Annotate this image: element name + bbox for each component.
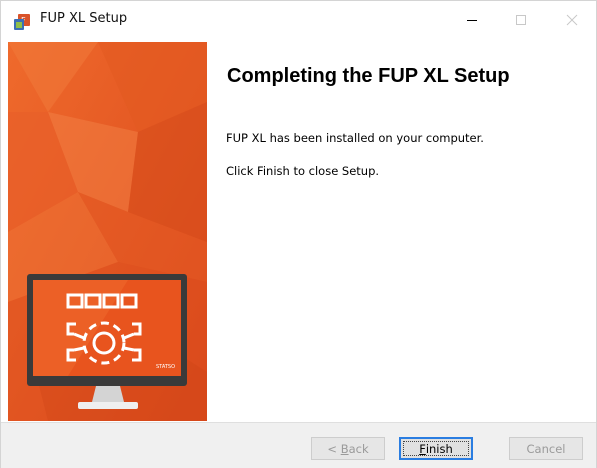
page-heading: Completing the FUP XL Setup: [227, 65, 510, 87]
window-title: FUP XL Setup: [40, 11, 128, 26]
close-icon: [566, 14, 578, 26]
title-bar[interactable]: F FUP XL Setup: [1, 1, 596, 39]
focus-rectangle: [403, 441, 469, 456]
finish-instruction: Click Finish to close Setup.: [226, 164, 380, 178]
cancel-button[interactable]: Cancel: [509, 437, 583, 460]
back-button-label: ack: [348, 441, 369, 456]
minimize-icon: [467, 20, 477, 21]
installer-banner: STATSO: [8, 42, 207, 421]
monitor-brand-text: STATSO: [156, 364, 175, 370]
back-button-accelerator: B: [340, 441, 349, 456]
back-button-prefix: <: [327, 441, 341, 456]
minimize-button[interactable]: [449, 1, 495, 39]
finish-button[interactable]: Finish: [399, 437, 473, 460]
setup-app-icon: F: [14, 14, 30, 30]
close-button[interactable]: [549, 1, 595, 39]
cancel-button-label: Cancel: [526, 441, 566, 456]
installer-window: F FUP XL Setup: [0, 0, 597, 468]
maximize-icon: [516, 15, 526, 25]
back-button[interactable]: < Back: [311, 437, 385, 460]
installed-message: FUP XL has been installed on your comput…: [226, 131, 484, 145]
button-bar: < Back Finish Cancel: [1, 422, 596, 468]
maximize-button[interactable]: [498, 1, 544, 39]
